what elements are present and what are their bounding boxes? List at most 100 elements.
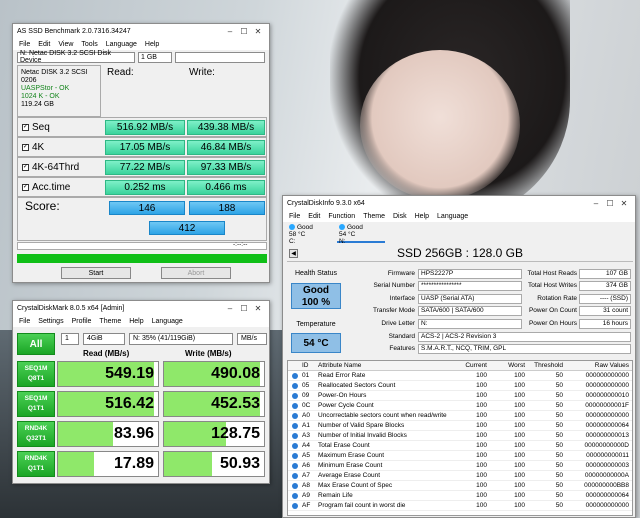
- test-button-rnd4k-q1t1[interactable]: RND4K Q1T1: [17, 451, 55, 477]
- table-cell: 100: [476, 392, 487, 399]
- prev-drive-icon[interactable]: ◀: [289, 249, 298, 258]
- menu-edit[interactable]: Edit: [34, 41, 54, 48]
- table-row[interactable]: A8 Max Erase Count of Spec 100 100 50 0000000…: [288, 481, 632, 491]
- table-cell: 100: [476, 492, 487, 499]
- close-icon[interactable]: ✕: [617, 199, 631, 208]
- table-cell: A1: [302, 422, 310, 429]
- col-worst[interactable]: Worst: [490, 362, 528, 369]
- table-cell: 100: [514, 482, 525, 489]
- maximize-icon[interactable]: ☐: [237, 27, 251, 36]
- minimize-icon[interactable]: –: [589, 199, 603, 208]
- size-select[interactable]: 4GiB: [83, 333, 125, 345]
- cdm-toolbar: All 1 4GiB N: 35% (41/119GiB) MB/s: [17, 329, 267, 355]
- test-button-seq1m-q1t1[interactable]: SEQ1M Q1T1: [17, 391, 55, 417]
- menu-help[interactable]: Help: [141, 41, 163, 48]
- menu-tools[interactable]: Tools: [77, 41, 101, 48]
- minimize-icon[interactable]: –: [223, 304, 237, 313]
- drive-tab-n[interactable]: Good 54 °C N:: [337, 223, 385, 245]
- extra-field[interactable]: [174, 51, 265, 63]
- col-threshold[interactable]: Threshold: [528, 362, 566, 369]
- table-cell: 50: [555, 502, 563, 509]
- menu-edit[interactable]: Edit: [304, 213, 324, 220]
- table-row[interactable]: 05 Reallocated Sectors Count 100 100 50 00000…: [288, 381, 632, 391]
- model-title: SSD 256GB : 128.0 GB: [287, 246, 633, 262]
- menu-theme[interactable]: Theme: [95, 318, 125, 325]
- menu-file[interactable]: File: [15, 318, 34, 325]
- table-row[interactable]: A3 Number of Initial Invalid Blocks 100 100…: [288, 431, 632, 441]
- table-cell: 000000000064: [585, 422, 629, 429]
- drive-select[interactable]: N: Netac DISK 3.2 SCSI Disk Device: [17, 50, 135, 64]
- 4k64-write-value: 97.33 MB/s: [187, 160, 265, 175]
- result-write-3: 50.93: [163, 451, 265, 477]
- menu-help[interactable]: Help: [411, 213, 433, 220]
- col-raw[interactable]: Raw Values: [566, 362, 632, 369]
- col-id[interactable]: ID: [302, 362, 318, 369]
- table-row[interactable]: 0C Power Cycle Count 100 100 50 00000000001F: [288, 401, 632, 411]
- table-row[interactable]: A4 Total Erase Count 100 100 50 00000000000D: [288, 441, 632, 451]
- menu-profile[interactable]: Profile: [68, 318, 96, 325]
- all-button[interactable]: All: [17, 333, 55, 355]
- test-button-rnd4k-q32t1[interactable]: RND4K Q32T1: [17, 421, 55, 447]
- table-row[interactable]: A5 Maximum Erase Count 100 100 50 00000000001…: [288, 451, 632, 461]
- checkbox-acc[interactable]: ✓: [22, 183, 29, 191]
- table-cell: 100: [514, 432, 525, 439]
- status-dot-icon: [292, 412, 298, 419]
- menu-settings[interactable]: Settings: [34, 318, 67, 325]
- table-cell: 000000000BB8: [584, 482, 629, 489]
- count-select[interactable]: 1: [61, 333, 79, 345]
- status-dot-icon: [292, 402, 298, 409]
- table-cell: 00000000000D: [584, 442, 629, 449]
- table-row[interactable]: A0 Uncorrectable sectors count when read/…: [288, 411, 632, 421]
- start-button[interactable]: Start: [61, 267, 131, 279]
- menu-file[interactable]: File: [15, 41, 34, 48]
- table-row[interactable]: AF Program fail count in worst die 100 100 5…: [288, 501, 632, 511]
- menu-file[interactable]: File: [285, 213, 304, 220]
- status-dot-icon: [292, 372, 298, 379]
- table-cell: 50: [555, 492, 563, 499]
- as-ssd-window: AS SSD Benchmark 2.0.7316.34247 – ☐ ✕ Fi…: [12, 23, 270, 283]
- table-cell: A0: [302, 412, 310, 419]
- table-cell: Program fail count in worst die: [318, 502, 406, 509]
- col-current[interactable]: Current: [452, 362, 490, 369]
- menu-disk[interactable]: Disk: [389, 213, 411, 220]
- menu-theme[interactable]: Theme: [359, 213, 389, 220]
- maximize-icon[interactable]: ☐: [603, 199, 617, 208]
- table-row[interactable]: A6 Minimum Erase Count 100 100 50 00000000000…: [288, 461, 632, 471]
- size-select[interactable]: 1 GB: [138, 51, 172, 63]
- table-cell: 0C: [302, 402, 311, 409]
- unit-select[interactable]: MB/s: [237, 333, 267, 345]
- minimize-icon[interactable]: –: [223, 27, 237, 36]
- menu-help[interactable]: Help: [125, 318, 147, 325]
- table-cell: 50: [555, 482, 563, 489]
- col-attribute[interactable]: Attribute Name: [318, 362, 452, 369]
- test-button-seq1m-q8t1[interactable]: SEQ1M Q8T1: [17, 361, 55, 387]
- table-row[interactable]: A1 Number of Valid Spare Blocks 100 100 50 00…: [288, 421, 632, 431]
- status-dot-icon: [292, 382, 298, 389]
- drive-select[interactable]: N: 35% (41/119GiB): [129, 333, 233, 345]
- table-cell: 100: [476, 402, 487, 409]
- checkbox-seq[interactable]: ✓: [22, 123, 29, 131]
- drive-tab-c[interactable]: Good 58 °C C:: [287, 223, 335, 245]
- table-row[interactable]: 09 Power-On Hours 100 100 50 000000000010: [288, 391, 632, 401]
- health-status-button[interactable]: Good 100 %: [291, 283, 341, 309]
- close-icon[interactable]: ✕: [251, 27, 265, 36]
- maximize-icon[interactable]: ☐: [237, 304, 251, 313]
- abort-button[interactable]: Abort: [161, 267, 231, 279]
- close-icon[interactable]: ✕: [251, 304, 265, 313]
- menu-view[interactable]: View: [54, 41, 77, 48]
- table-cell: Reallocated Sectors Count: [318, 382, 396, 389]
- table-cell: Remain Life: [318, 492, 353, 499]
- checkbox-4k[interactable]: ✓: [22, 143, 29, 151]
- menu-function[interactable]: Function: [324, 213, 359, 220]
- menu-language[interactable]: Language: [433, 213, 472, 220]
- cdi-titlebar: CrystalDiskInfo 9.3.0 x64 – ☐ ✕: [283, 196, 635, 210]
- menu-language[interactable]: Language: [148, 318, 187, 325]
- table-row[interactable]: 01 Read Error Rate 100 100 50 000000000000: [288, 371, 632, 381]
- table-cell: Total Erase Count: [318, 442, 370, 449]
- table-cell: 50: [555, 382, 563, 389]
- menu-language[interactable]: Language: [102, 41, 141, 48]
- table-row[interactable]: A9 Remain Life 100 100 50 000000000064: [288, 491, 632, 501]
- checkbox-4k64[interactable]: ✓: [22, 163, 29, 171]
- table-row[interactable]: A7 Average Erase Count 100 100 50 00000000000…: [288, 471, 632, 481]
- table-cell: 100: [514, 372, 525, 379]
